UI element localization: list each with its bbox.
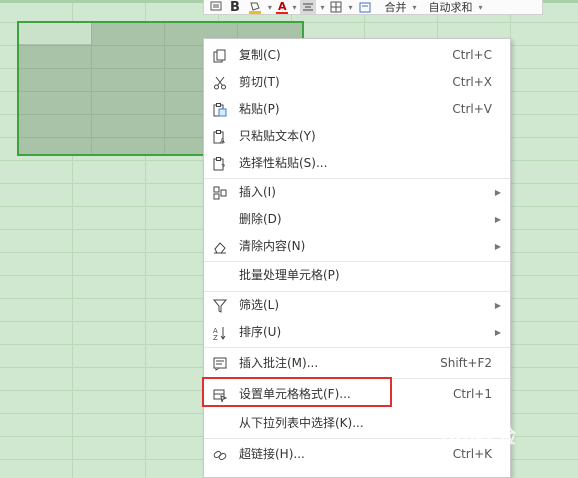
align-center-icon[interactable] bbox=[300, 0, 317, 14]
bold-button[interactable]: B bbox=[228, 0, 242, 14]
menu-item-paste[interactable]: 粘贴(P) Ctrl+V bbox=[204, 96, 510, 123]
borders-dropdown-icon[interactable]: ▾ bbox=[348, 3, 352, 12]
autosum-button[interactable]: 自动求和 bbox=[427, 0, 475, 14]
paste-icon bbox=[212, 102, 228, 118]
menu-item-filter[interactable]: 筛选(L) ▶ bbox=[204, 292, 510, 319]
menu-item-label: 筛选(L) bbox=[239, 298, 280, 312]
menu-item-label: 复制(C) bbox=[239, 48, 281, 62]
comment-icon bbox=[212, 356, 228, 372]
menu-item-insert[interactable]: 插入(I) ▶ bbox=[204, 179, 510, 206]
menu-item-label: 批量处理单元格(P) bbox=[239, 268, 340, 282]
menu-item-clear-contents[interactable]: 清除内容(N) ▶ bbox=[204, 233, 510, 260]
menu-item-shortcut: Ctrl+1 bbox=[452, 387, 492, 401]
paste-special-icon: ? bbox=[212, 156, 228, 172]
merge-button[interactable]: 合并 bbox=[383, 0, 409, 14]
submenu-arrow-icon: ▶ bbox=[494, 215, 501, 224]
insert-icon bbox=[212, 185, 228, 201]
sort-icon: AZ bbox=[212, 325, 228, 341]
menu-item-delete[interactable]: 删除(D) ▶ bbox=[204, 206, 510, 233]
font-color-dropdown-icon[interactable]: ▾ bbox=[292, 3, 296, 12]
fill-color-icon[interactable] bbox=[246, 0, 264, 14]
menu-item-cut[interactable]: 剪切(T) Ctrl+X bbox=[204, 69, 510, 96]
font-color-button[interactable]: A bbox=[275, 1, 289, 14]
menu-item-shortcut: Ctrl+X bbox=[452, 75, 492, 89]
scissors-icon bbox=[212, 75, 228, 91]
menu-item-insert-comment[interactable]: 插入批注(M)... Shift+F2 bbox=[204, 350, 510, 377]
menu-separator bbox=[204, 347, 510, 348]
menu-item-label: 排序(U) bbox=[239, 325, 282, 339]
menu-item-shortcut: Shift+F2 bbox=[440, 356, 492, 370]
wrap-text-icon[interactable] bbox=[357, 0, 373, 14]
svg-text:?: ? bbox=[221, 163, 225, 171]
context-menu: 复制(C) Ctrl+C 剪切(T) Ctrl+X 粘贴(P) Ctrl+V A… bbox=[203, 38, 511, 478]
watermark-logo: Bai经验 bbox=[440, 420, 574, 450]
menu-item-label: 清除内容(N) bbox=[239, 239, 306, 253]
menu-item-label: 剪切(T) bbox=[239, 75, 280, 89]
submenu-arrow-icon: ▶ bbox=[494, 188, 501, 197]
menu-item-shortcut: Ctrl+C bbox=[452, 48, 492, 62]
menu-item-paste-text-only[interactable]: A 只粘贴文本(Y) bbox=[204, 123, 510, 150]
submenu-arrow-icon: ▶ bbox=[494, 301, 501, 310]
menu-item-sort[interactable]: AZ 排序(U) ▶ bbox=[204, 319, 510, 346]
floating-format-toolbar: B ▾ A ▾ ▾ ▾ 合并 ▾ 自动求和 ▾ bbox=[203, 0, 543, 15]
annotation-highlight-box bbox=[202, 377, 392, 407]
menu-item-label: 选择性粘贴(S)... bbox=[239, 156, 328, 170]
menu-item-label: 插入批注(M)... bbox=[239, 356, 319, 370]
menu-item-label: 删除(D) bbox=[239, 212, 282, 226]
paste-text-icon: A bbox=[212, 129, 228, 145]
svg-text:Z: Z bbox=[213, 334, 218, 340]
submenu-arrow-icon: ▶ bbox=[494, 242, 501, 251]
menu-item-label: 插入(I) bbox=[239, 185, 276, 199]
borders-icon[interactable] bbox=[328, 0, 344, 14]
autosum-dropdown-icon[interactable]: ▾ bbox=[479, 3, 483, 12]
menu-item-copy[interactable]: 复制(C) Ctrl+C bbox=[204, 42, 510, 69]
merge-dropdown-icon[interactable]: ▾ bbox=[413, 3, 417, 12]
fill-color-dropdown-icon[interactable]: ▾ bbox=[268, 3, 272, 12]
copy-icon bbox=[212, 48, 228, 64]
link-icon bbox=[212, 447, 228, 463]
menu-item-paste-special[interactable]: ? 选择性粘贴(S)... bbox=[204, 150, 510, 177]
format-painter-icon[interactable] bbox=[208, 0, 224, 14]
filter-icon bbox=[212, 298, 228, 314]
svg-text:A: A bbox=[220, 137, 225, 144]
menu-item-label: 从下拉列表中选择(K)... bbox=[239, 416, 364, 430]
menu-item-label: 只粘贴文本(Y) bbox=[239, 129, 316, 143]
menu-item-label: 超链接(H)... bbox=[239, 447, 305, 461]
eraser-icon bbox=[212, 239, 228, 255]
menu-item-batch-process-cells[interactable]: 批量处理单元格(P) bbox=[204, 262, 510, 289]
align-dropdown-icon[interactable]: ▾ bbox=[320, 3, 324, 12]
menu-item-label: 粘贴(P) bbox=[239, 102, 280, 116]
menu-item-shortcut: Ctrl+V bbox=[452, 102, 492, 116]
submenu-arrow-icon: ▶ bbox=[494, 328, 501, 337]
watermark-text: Bai经验 bbox=[440, 424, 516, 448]
